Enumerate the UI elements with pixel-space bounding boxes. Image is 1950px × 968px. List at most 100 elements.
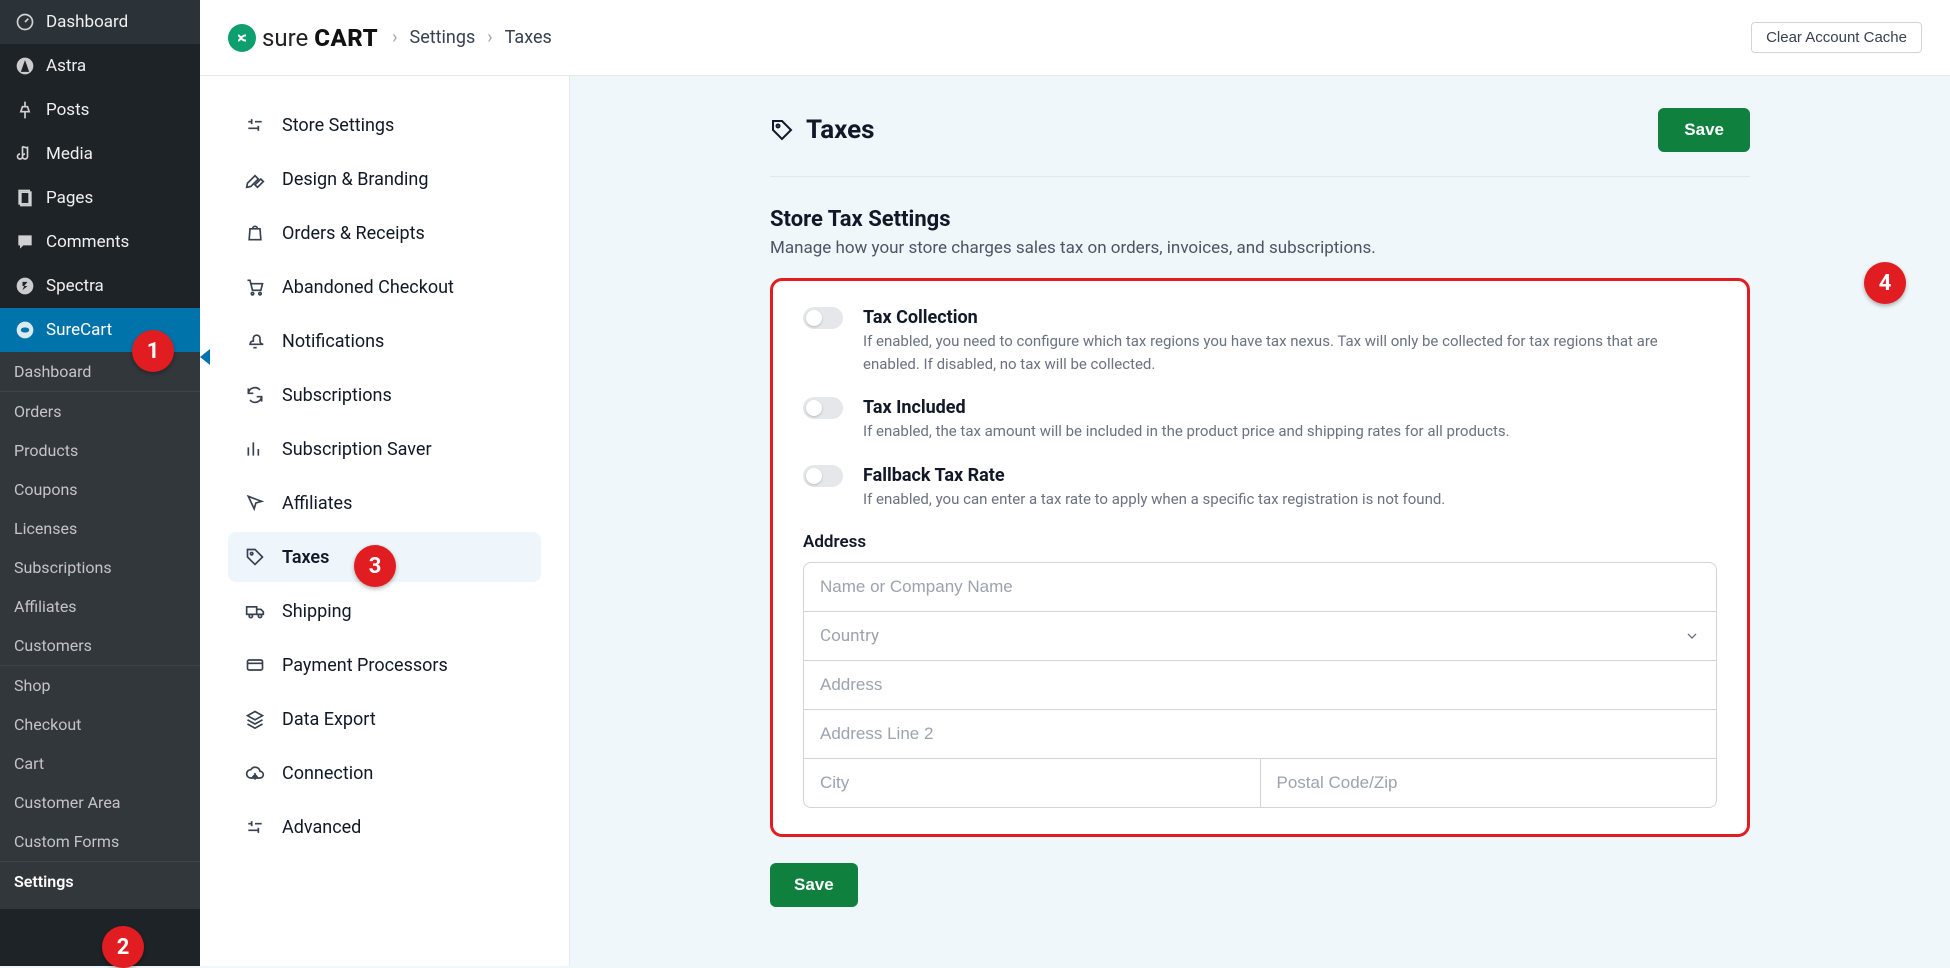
- settings-nav-connection[interactable]: Connection: [228, 748, 541, 798]
- address-country-placeholder: Country: [820, 626, 879, 646]
- cart-icon: [244, 276, 266, 298]
- settings-nav-label: Orders & Receipts: [282, 223, 425, 244]
- address-country-select[interactable]: Country: [803, 612, 1717, 661]
- settings-nav-label: Design & Branding: [282, 169, 428, 190]
- toggle-label: Tax Collection: [863, 307, 1717, 328]
- surecart-icon: [14, 319, 36, 341]
- breadcrumb-taxes[interactable]: Taxes: [505, 27, 552, 48]
- wp-sub-checkout[interactable]: Checkout: [0, 705, 200, 744]
- settings-nav-label: Taxes: [282, 547, 329, 568]
- truck-icon: [244, 600, 266, 622]
- wp-menu-media[interactable]: Media: [0, 132, 200, 176]
- settings-nav-label: Advanced: [282, 817, 361, 838]
- pen-icon: [244, 168, 266, 190]
- address-form: Country: [803, 562, 1717, 808]
- breadcrumb-settings[interactable]: Settings: [410, 27, 476, 48]
- toggle-fallback-rate[interactable]: [803, 465, 843, 487]
- tag-icon: [770, 118, 794, 142]
- address-city-input[interactable]: [803, 759, 1261, 808]
- refresh-icon: [244, 384, 266, 406]
- settings-nav-label: Data Export: [282, 709, 376, 730]
- wp-menu-label: Dashboard: [46, 12, 128, 32]
- brand-text-1: sure: [262, 24, 308, 52]
- settings-nav-store[interactable]: Store Settings: [228, 100, 541, 150]
- toggle-label: Tax Included: [863, 397, 1717, 418]
- brand-text-2: CART: [314, 24, 378, 52]
- settings-nav-affiliates[interactable]: Affiliates: [228, 478, 541, 528]
- main-content: Taxes Save Store Tax Settings Manage how…: [570, 76, 1950, 966]
- bell-icon: [244, 330, 266, 352]
- wp-menu-pages[interactable]: Pages: [0, 176, 200, 220]
- toggle-fallback-rate-row: Fallback Tax Rate If enabled, you can en…: [803, 465, 1717, 511]
- chevron-down-icon: [1684, 628, 1700, 644]
- wp-sub-subscriptions[interactable]: Subscriptions: [0, 548, 200, 587]
- toggle-tax-collection[interactable]: [803, 307, 843, 329]
- pin-icon: [14, 99, 36, 121]
- settings-nav-advanced[interactable]: Advanced: [228, 802, 541, 852]
- settings-sidebar: Store Settings Design & Branding Orders …: [200, 76, 570, 966]
- annotation-badge-3: 3: [354, 545, 396, 587]
- toggle-description: If enabled, you need to configure which …: [863, 330, 1717, 375]
- chart-icon: [244, 438, 266, 460]
- layers-icon: [244, 708, 266, 730]
- wp-sub-customerarea[interactable]: Customer Area: [0, 783, 200, 822]
- settings-nav-label: Subscription Saver: [282, 439, 432, 460]
- gauge-icon: [14, 11, 36, 33]
- astra-icon: [14, 55, 36, 77]
- wp-sub-cart[interactable]: Cart: [0, 744, 200, 783]
- toggle-tax-collection-row: Tax Collection If enabled, you need to c…: [803, 307, 1717, 375]
- wp-menu-astra[interactable]: Astra: [0, 44, 200, 88]
- clear-cache-button[interactable]: Clear Account Cache: [1751, 22, 1922, 53]
- wp-menu-label: Astra: [46, 56, 86, 76]
- address-name-input[interactable]: [803, 562, 1717, 612]
- wp-sub-customforms[interactable]: Custom Forms: [0, 822, 200, 861]
- wp-sub-affiliates[interactable]: Affiliates: [0, 587, 200, 626]
- save-button-bottom[interactable]: Save: [770, 863, 858, 907]
- settings-nav-label: Shipping: [282, 601, 352, 622]
- settings-nav-orders[interactable]: Orders & Receipts: [228, 208, 541, 258]
- wp-menu-label: Media: [46, 144, 93, 164]
- settings-nav-payment[interactable]: Payment Processors: [228, 640, 541, 690]
- wp-sub-products[interactable]: Products: [0, 431, 200, 470]
- media-icon: [14, 143, 36, 165]
- settings-nav-abandoned[interactable]: Abandoned Checkout: [228, 262, 541, 312]
- wp-sub-licenses[interactable]: Licenses: [0, 509, 200, 548]
- chevron-right-icon: ›: [392, 27, 397, 48]
- wp-sub-coupons[interactable]: Coupons: [0, 470, 200, 509]
- tax-settings-card: Tax Collection If enabled, you need to c…: [770, 278, 1750, 837]
- address-line1-input[interactable]: [803, 661, 1717, 710]
- wp-menu-label: Spectra: [46, 276, 104, 296]
- page-icon: [14, 187, 36, 209]
- toggle-tax-included-row: Tax Included If enabled, the tax amount …: [803, 397, 1717, 443]
- settings-nav-dataexport[interactable]: Data Export: [228, 694, 541, 744]
- sliders-icon: [244, 114, 266, 136]
- section-subtitle: Manage how your store charges sales tax …: [770, 238, 1750, 258]
- wp-sub-orders[interactable]: Orders: [0, 392, 200, 431]
- settings-nav-subsaver[interactable]: Subscription Saver: [228, 424, 541, 474]
- wp-menu-comments[interactable]: Comments: [0, 220, 200, 264]
- wp-sub-shop[interactable]: Shop: [0, 666, 200, 705]
- annotation-badge-2: 2: [102, 926, 144, 968]
- wp-menu-posts[interactable]: Posts: [0, 88, 200, 132]
- wp-sub-customers[interactable]: Customers: [0, 626, 200, 665]
- toggle-tax-included[interactable]: [803, 397, 843, 419]
- settings-nav-label: Abandoned Checkout: [282, 277, 454, 298]
- save-button-top[interactable]: Save: [1658, 108, 1750, 152]
- settings-nav-subscriptions[interactable]: Subscriptions: [228, 370, 541, 420]
- address-postal-input[interactable]: [1261, 759, 1718, 808]
- settings-nav-design[interactable]: Design & Branding: [228, 154, 541, 204]
- annotation-badge-1: 1: [132, 330, 174, 372]
- page-title: Taxes: [806, 115, 875, 145]
- wp-menu-spectra[interactable]: Spectra: [0, 264, 200, 308]
- settings-nav-label: Payment Processors: [282, 655, 448, 676]
- address-line2-input[interactable]: [803, 710, 1717, 759]
- wp-menu-dashboard[interactable]: Dashboard: [0, 0, 200, 44]
- address-heading: Address: [803, 532, 1717, 552]
- settings-nav-notifications[interactable]: Notifications: [228, 316, 541, 366]
- section-title: Store Tax Settings: [770, 207, 1750, 232]
- bag-icon: [244, 222, 266, 244]
- wp-sub-settings[interactable]: Settings: [0, 862, 200, 901]
- settings-nav-label: Subscriptions: [282, 385, 392, 406]
- breadcrumb: › Settings › Taxes: [392, 27, 552, 48]
- settings-nav-shipping[interactable]: Shipping: [228, 586, 541, 636]
